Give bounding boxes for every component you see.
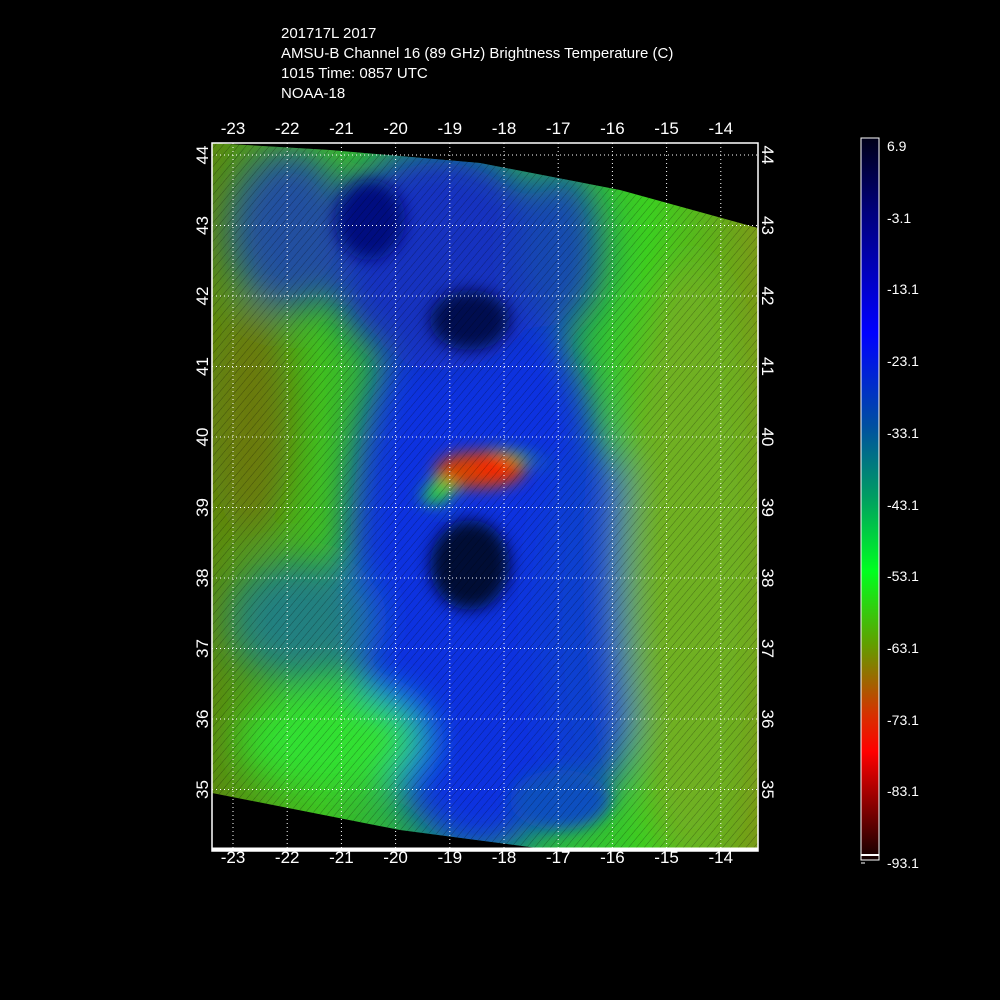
lat-label-left: 39: [193, 498, 212, 517]
lon-label-top: -14: [709, 119, 734, 138]
lat-label-right: 39: [758, 498, 777, 517]
lon-label-top: -22: [275, 119, 300, 138]
lat-label-left: 36: [193, 710, 212, 729]
lat-label-left: 35: [193, 780, 212, 799]
lon-label-bottom: -17: [546, 848, 571, 867]
lat-label-right: 36: [758, 710, 777, 729]
lat-label-left: 41: [193, 357, 212, 376]
lon-label-bottom: -20: [383, 848, 408, 867]
lon-label-bottom: -23: [221, 848, 246, 867]
lat-label-right: 42: [758, 287, 777, 306]
lon-label-top: -21: [329, 119, 354, 138]
colorbar-label: -3.1: [887, 209, 912, 226]
colorbar: [860, 137, 880, 861]
colorbar-label: -23.1: [887, 353, 919, 370]
lat-label-right: 41: [758, 357, 777, 376]
lon-label-top: -17: [546, 119, 571, 138]
brightness-temperature-swath: [212, 143, 758, 851]
colorbar-label: -63.1: [887, 639, 919, 656]
lon-label-bottom: -22: [275, 848, 300, 867]
colorbar-label: -33.1: [887, 424, 919, 441]
lat-label-right: 43: [758, 216, 777, 235]
lon-label-top: -16: [600, 119, 625, 138]
colorbar-label: 6.9: [887, 138, 907, 154]
lon-label-bottom: -18: [492, 848, 517, 867]
lat-label-right: 38: [758, 569, 777, 588]
lon-label-top: -18: [492, 119, 517, 138]
lon-label-bottom: -16: [600, 848, 625, 867]
lat-label-right: 37: [758, 639, 777, 658]
lon-label-top: -20: [383, 119, 408, 138]
lat-label-left: 38: [193, 569, 212, 588]
lon-label-top: -15: [654, 119, 679, 138]
lon-label-bottom: -14: [709, 848, 734, 867]
map-figure: -23 -23 -22 -22 -21 -21 -20 -20 -19 -19 -18 -18 -17 -…: [193, 119, 880, 867]
lon-label-top: -23: [221, 119, 246, 138]
colorbar-label: -53.1: [887, 568, 919, 585]
lat-label-left: 37: [193, 639, 212, 658]
lat-label-left: 44: [193, 146, 212, 165]
colorbar-label: -93.1: [887, 855, 919, 871]
colorbar-label: -73.1: [887, 711, 919, 728]
lat-label-left: 40: [193, 428, 212, 447]
lat-label-left: 42: [193, 287, 212, 306]
lat-label-right: 35: [758, 780, 777, 799]
colorbar-label: -13.1: [887, 281, 919, 298]
lat-label-right: 40: [758, 428, 777, 447]
lon-label-top: -19: [438, 119, 463, 138]
lon-label-bottom: -21: [329, 848, 354, 867]
lat-label-right: 44: [758, 146, 777, 165]
colorbar-label: -83.1: [887, 783, 919, 800]
colorbar-label: -43.1: [887, 496, 919, 513]
lon-label-bottom: -19: [438, 848, 463, 867]
lon-label-bottom: -15: [654, 848, 679, 867]
lat-label-left: 43: [193, 216, 212, 235]
